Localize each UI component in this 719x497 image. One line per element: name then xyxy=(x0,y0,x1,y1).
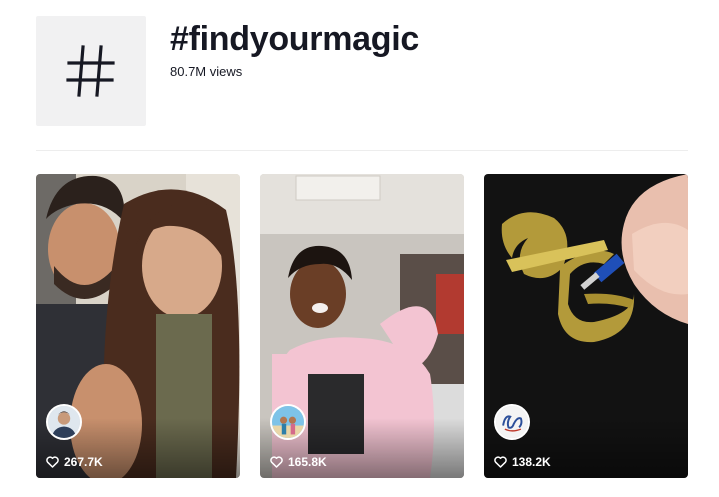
hashtag-header: #findyourmagic 80.7M views xyxy=(36,16,686,126)
hashtag-views-count: 80.7M views xyxy=(170,64,243,79)
heart-icon xyxy=(270,456,283,468)
heart-icon xyxy=(46,456,59,468)
like-count: 165.8K xyxy=(270,455,327,469)
like-count: 138.2K xyxy=(494,455,551,469)
video-grid: 267.7K 165.8K 138.2K xyxy=(36,174,688,478)
hash-symbol-icon xyxy=(66,45,115,97)
user-avatar-man-suit-icon[interactable] xyxy=(46,404,82,440)
like-count-text: 138.2K xyxy=(512,455,551,469)
header-divider xyxy=(36,150,688,151)
video-card-1[interactable]: 267.7K xyxy=(36,174,240,478)
hashtag-title: #findyourmagic xyxy=(170,20,419,58)
user-avatar-beach-icon[interactable] xyxy=(270,404,306,440)
user-avatar-calligraphy-logo-icon[interactable] xyxy=(494,404,530,440)
like-count: 267.7K xyxy=(46,455,103,469)
like-count-text: 165.8K xyxy=(288,455,327,469)
video-card-3[interactable]: 138.2K xyxy=(484,174,688,478)
heart-icon xyxy=(494,456,507,468)
video-card-2[interactable]: 165.8K xyxy=(260,174,464,478)
hashtag-icon xyxy=(36,16,146,126)
like-count-text: 267.7K xyxy=(64,455,103,469)
